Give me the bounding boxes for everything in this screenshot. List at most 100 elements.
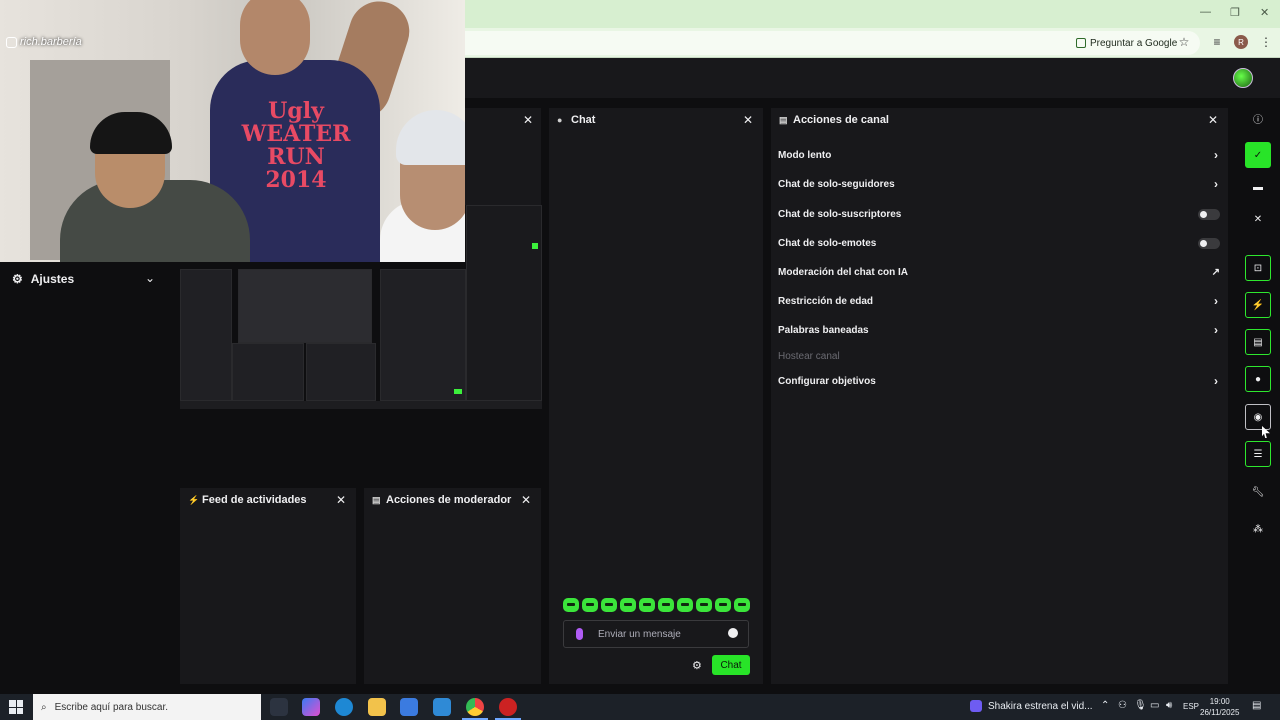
webcam-overlay: Ugly WEATER RUN 2014 rich.barbería [0,0,465,262]
emote[interactable] [601,598,617,612]
emoji-icon[interactable] [728,628,738,638]
check-icon[interactable]: ✓ [1245,142,1271,168]
news-widget[interactable]: Shakira estrena el vid... [970,700,1093,712]
channel-action-goals[interactable]: Configurar objetivos › [778,371,1228,391]
tray-app-icon[interactable]: ⚇ [1118,700,1127,711]
search-placeholder: Escribe aquí para buscar. [54,701,169,713]
preview-panel [180,269,232,401]
browser-profile-avatar[interactable]: R [1234,35,1248,49]
search-icon: ⌕ [41,701,47,713]
preview-panel [466,205,542,401]
obs-icon[interactable] [495,698,521,720]
chrome-icon[interactable] [462,698,488,720]
action-label: Chat de solo-suscriptores [778,208,902,220]
emote[interactable] [658,598,674,612]
broadcast-icon[interactable]: ◉ [1245,404,1271,430]
chat-bubble-icon[interactable]: ● [1245,366,1271,392]
instagram-handle: rich.barbería [6,36,82,48]
file-explorer-icon[interactable] [368,698,386,716]
close-icon[interactable]: ✕ [523,113,533,127]
hidden-panel: ✕ [465,108,541,208]
chevron-right-icon: › [1214,294,1218,308]
layout-icon[interactable]: ▬ [1245,174,1271,200]
store-icon[interactable] [400,698,418,716]
emote[interactable] [734,598,750,612]
close-icon[interactable]: ✕ [521,493,531,507]
emote[interactable] [715,598,731,612]
close-icon[interactable]: ✕ [1245,206,1271,232]
emote-bar [563,598,750,612]
chat-send-button[interactable]: Chat [712,655,750,675]
notifications-icon[interactable]: ▤ [1252,700,1261,711]
channel-action-ai-moderation[interactable]: Moderación del chat con IA ↗ [778,262,1228,282]
mic-tray-icon[interactable]: 🎙︎ [1134,700,1147,711]
channel-action-host: Hostear canal [778,346,1228,366]
preview-panel [306,343,376,401]
emote[interactable] [677,598,693,612]
language-indicator[interactable]: ESP [1183,702,1199,711]
windows-start-icon[interactable] [9,700,23,714]
document-icon: ▤ [372,494,381,505]
network-icon[interactable]: ▭ [1150,700,1159,711]
channel-action-emotes-only: Chat de solo-emotes [778,233,1228,253]
channel-action-slow-mode[interactable]: Modo lento › [778,145,1228,165]
channel-action-subs-only: Chat de solo-suscriptores [778,204,1228,224]
clock-time: 19:00 [1209,697,1230,706]
channel-action-age-restriction[interactable]: Restricción de edad › [778,291,1228,311]
lightning-icon[interactable]: ⚡ [1245,292,1271,318]
sweater-text-line: RUN [267,144,325,171]
document-icon[interactable]: ▤ [1245,329,1271,355]
sweater-text-line: 2014 [265,167,327,194]
channel-action-followers-only[interactable]: Chat de solo-seguidores › [778,174,1228,194]
edge-icon[interactable] [335,698,353,716]
ask-google-button[interactable]: Preguntar a Google [1070,33,1183,53]
nodes-icon[interactable]: ⁂ [1245,516,1271,542]
close-icon[interactable]: ✕ [336,493,346,507]
chat-input[interactable]: Enviar un mensaje [563,620,749,648]
instagram-icon [6,36,17,48]
news-icon [970,700,982,712]
volume-icon[interactable]: 🔊︎ [1166,700,1172,711]
panel-title: Acciones de moderador [386,494,512,506]
copilot-icon[interactable] [302,698,320,716]
mail-icon[interactable] [433,698,451,716]
preview-taskbar [180,401,542,409]
browser-menu-icon[interactable]: ⋮ [1258,34,1274,50]
emote[interactable] [639,598,655,612]
minimize-icon[interactable]: — [1200,6,1211,18]
taskbar-search[interactable]: ⌕ Escribe aquí para buscar. [33,694,261,720]
close-icon[interactable]: ✕ [1208,113,1218,127]
panel-header: ⚡ Feed de actividades [180,488,356,512]
user-avatar[interactable] [1233,68,1253,88]
subs-only-toggle[interactable] [1198,208,1220,220]
emote[interactable] [696,598,712,612]
settings-title: Ajustes [30,272,75,286]
chevron-right-icon: › [1214,148,1218,162]
emote[interactable] [582,598,598,612]
window-close-icon[interactable]: ✕ [1260,6,1269,19]
preview-accent [454,389,462,394]
panel-header: ▤ Acciones de canal [771,108,1228,132]
emote[interactable] [620,598,636,612]
close-icon[interactable]: ✕ [743,113,753,127]
settings-sidebar: ⚙ Ajustes ⌄ [0,262,172,684]
emote[interactable] [563,598,579,612]
info-icon[interactable]: ⓘ [1245,105,1271,131]
emotes-only-toggle[interactable] [1198,237,1220,249]
chevron-up-icon[interactable]: ⌃ [1101,700,1109,711]
channel-action-banned-words[interactable]: Palabras baneadas › [778,320,1228,340]
bookmark-star-icon[interactable]: ☆ [1176,34,1192,50]
restore-icon[interactable]: ❐ [1230,6,1240,19]
wrench-icon[interactable]: 🔧︎ [1245,479,1271,505]
chevron-down-icon[interactable]: ⌄ [145,271,155,285]
chat-settings-icon[interactable]: ⚙ [692,659,702,672]
person-center-head [240,0,310,75]
reading-list-icon[interactable]: ≡ [1209,34,1225,50]
clock-date: 26/11/2025 [1200,708,1240,717]
mic-icon[interactable] [576,628,583,640]
settings-header[interactable]: ⚙ Ajustes [12,272,74,286]
stack-icon[interactable]: ☰ [1245,441,1271,467]
clock[interactable]: 19:00 26/11/2025 [1200,696,1239,718]
task-view-icon[interactable] [270,698,288,716]
focus-icon[interactable]: ⊡ [1245,255,1271,281]
